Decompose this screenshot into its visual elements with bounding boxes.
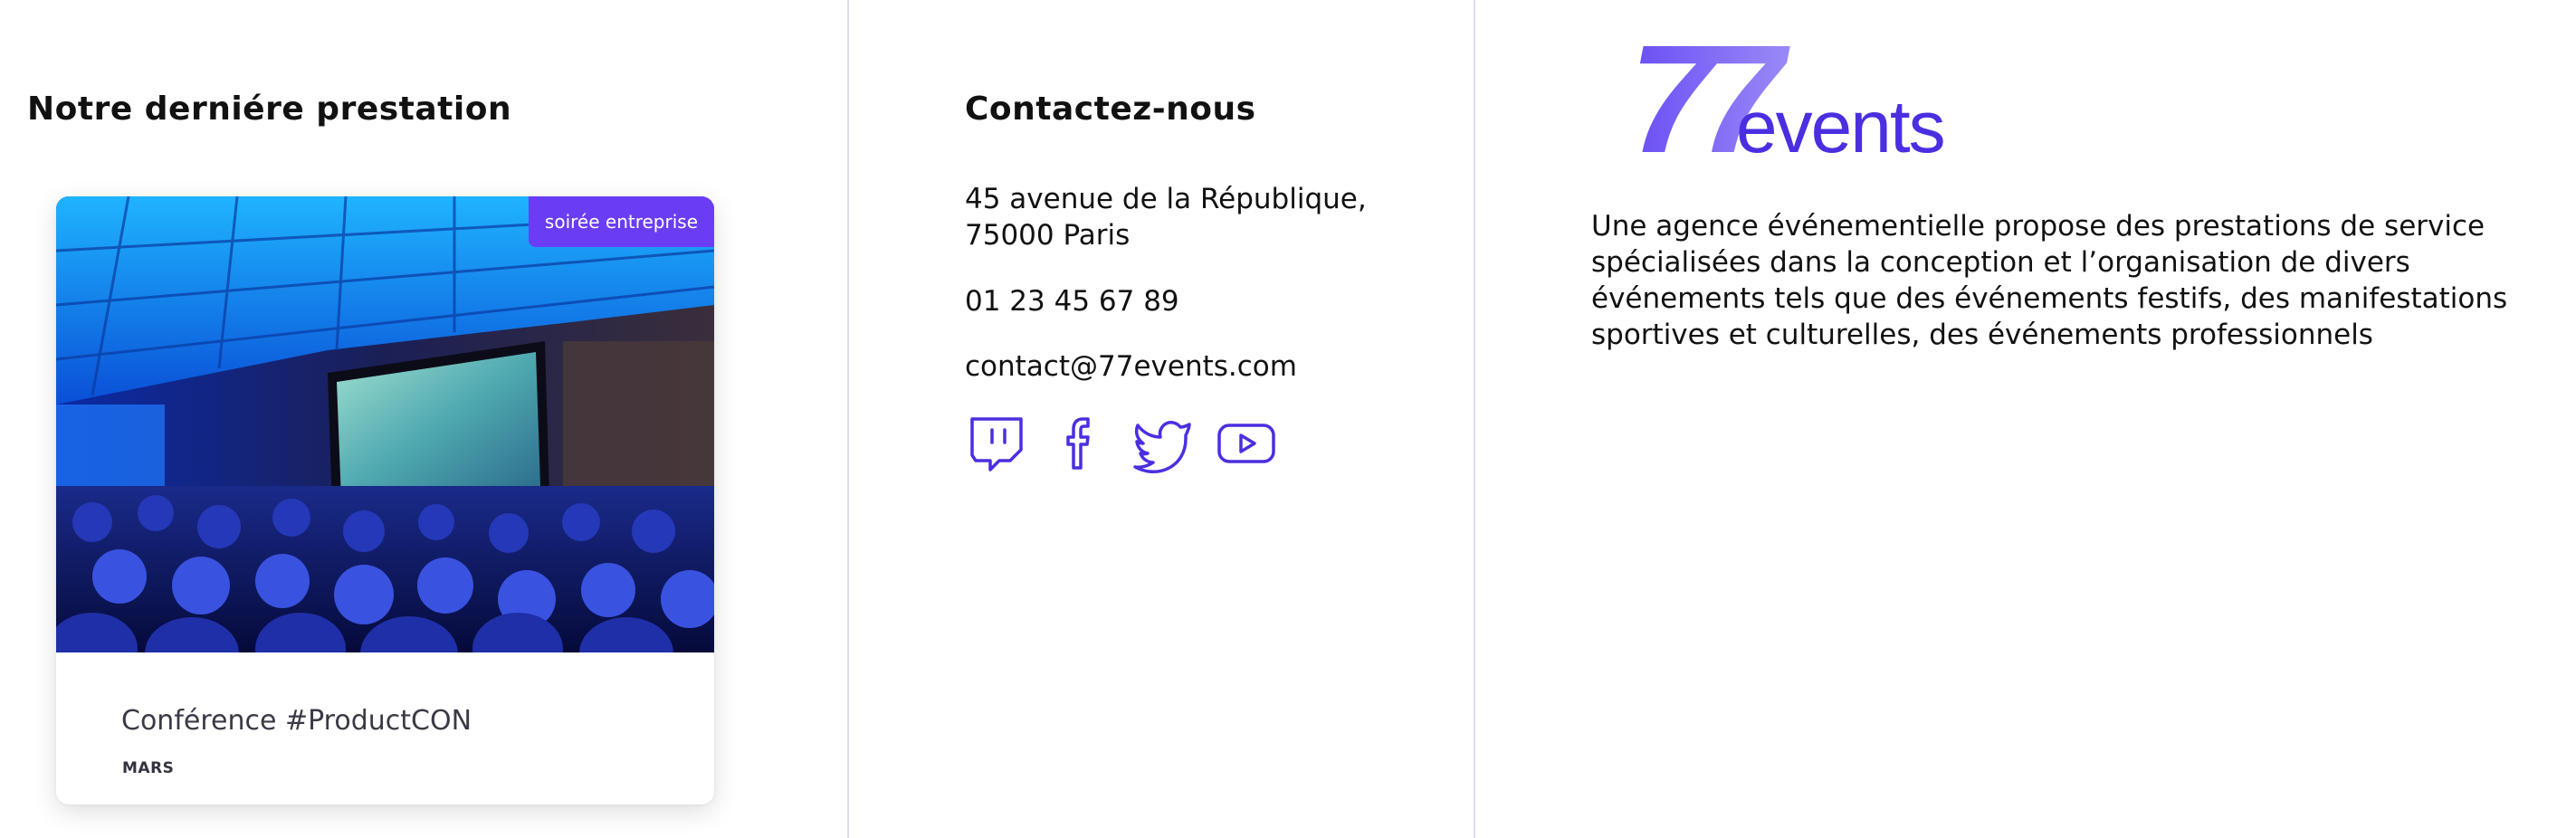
youtube-icon[interactable] <box>1215 412 1278 475</box>
social-links <box>965 412 1278 475</box>
about-section: 77 events Une agence événementielle prop… <box>1474 0 2576 838</box>
facebook-icon[interactable] <box>1048 412 1111 475</box>
logo-word: events <box>1736 86 1944 163</box>
event-title[interactable]: Conférence #ProductCON <box>121 705 472 737</box>
category-badge: soirée entreprise <box>528 196 714 247</box>
event-card[interactable]: soirée entreprise Conférence #ProductCON… <box>56 196 714 805</box>
company-logo[interactable]: 77 events <box>1629 36 1991 163</box>
address-line-2: 75000 Paris <box>965 219 1131 252</box>
contact-section: Contactez-nous 45 avenue de la Républiqu… <box>847 0 1474 838</box>
contact-title: Contactez-nous <box>965 90 1256 128</box>
event-month: MARS <box>122 759 175 777</box>
twitch-icon[interactable] <box>965 412 1028 475</box>
email-link[interactable]: contact@77events.com <box>965 348 1297 385</box>
event-photo <box>56 196 714 652</box>
phone-number[interactable]: 01 23 45 67 89 <box>965 283 1179 319</box>
latest-event-section: Notre derniére prestation soirée entrepr… <box>0 0 847 838</box>
latest-event-title: Notre derniére prestation <box>27 90 512 128</box>
about-description: Une agence événementielle propose des pr… <box>1591 210 2508 351</box>
twitter-icon[interactable] <box>1131 412 1195 475</box>
address-line-1: 45 avenue de la République, <box>965 183 1367 215</box>
